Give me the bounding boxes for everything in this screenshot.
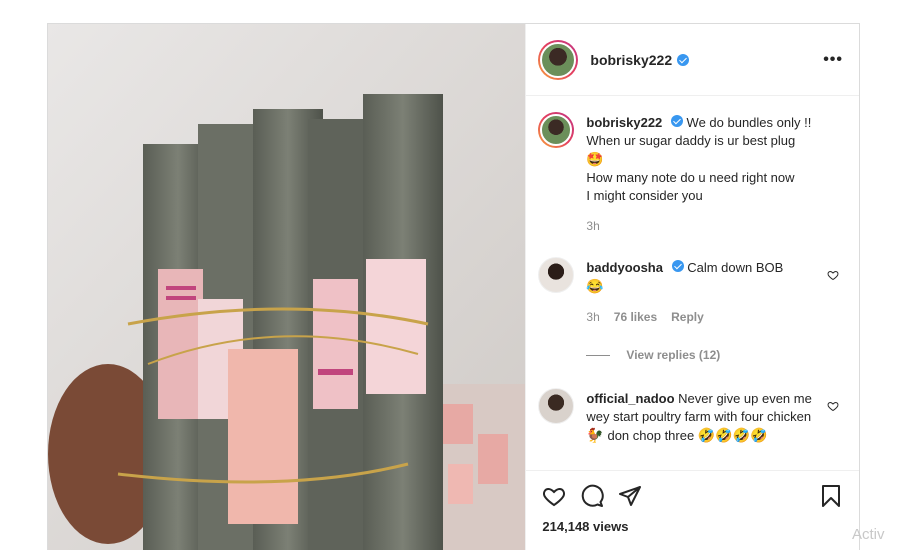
avatar[interactable] (538, 257, 575, 293)
post-username[interactable]: bobrisky222 (590, 52, 690, 68)
verified-badge-icon (671, 260, 684, 272)
action-bar: 214,148 views (526, 470, 859, 550)
comment-icon[interactable] (580, 484, 605, 508)
like-comment-heart-icon[interactable] (827, 269, 839, 281)
share-icon[interactable] (618, 484, 642, 508)
verified-badge-icon (670, 115, 683, 127)
caption-line3: How many note do u need right now (586, 170, 795, 185)
like-comment-heart-icon[interactable] (827, 400, 839, 412)
avatar[interactable] (538, 112, 575, 148)
view-replies-label[interactable]: View replies (12) (626, 348, 720, 362)
view-replies[interactable]: View replies (12) (586, 348, 843, 362)
laugh-emoji-icon: 😂 (586, 278, 604, 294)
rofl-emoji-icon: 🤣🤣🤣🤣 (697, 427, 768, 443)
rooster-emoji-icon: 🐓 (586, 427, 604, 443)
activate-windows-watermark: Activ (852, 526, 885, 543)
post-modal: bobrisky222 ••• bobrisky222 We do bundle… (47, 23, 860, 550)
bookmark-icon[interactable] (819, 484, 843, 508)
avatar[interactable] (538, 388, 575, 424)
comment-text: Calm down BOB (687, 260, 784, 275)
caption-line4: I might consider you (586, 188, 703, 203)
star-eyes-emoji-icon: 🤩 (586, 151, 604, 167)
comment-row: official_nadoo Never give up even me wey… (538, 388, 843, 445)
username-text[interactable]: bobrisky222 (590, 52, 672, 68)
post-sidebar: bobrisky222 ••• bobrisky222 We do bundle… (525, 24, 859, 550)
comment-username[interactable]: official_nadoo (586, 391, 674, 406)
caption-time[interactable]: 3h (586, 217, 599, 235)
caption-line2: When ur sugar daddy is ur best plug (586, 133, 796, 148)
more-options-icon[interactable]: ••• (823, 51, 843, 69)
verified-badge-icon (677, 53, 690, 66)
comments-list: bobrisky222 We do bundles only !! When u… (526, 96, 859, 470)
comment-likes[interactable]: 76 likes (614, 308, 657, 326)
heart-icon[interactable] (542, 484, 566, 508)
caption: bobrisky222 We do bundles only !! When u… (538, 112, 843, 249)
replies-divider (586, 354, 611, 356)
money-bundles-photo (48, 24, 526, 550)
comment-time[interactable]: 3h (586, 308, 599, 326)
caption-username[interactable]: bobrisky222 (586, 115, 662, 130)
caption-line1: We do bundles only !! (686, 115, 812, 130)
avatar[interactable] (538, 39, 579, 80)
comment-row: baddyoosha Calm down BOB 😂 3h 76 likes R… (538, 257, 843, 340)
comment-text-2: don chop three (607, 428, 695, 443)
page: bobrisky222 ••• bobrisky222 We do bundle… (0, 0, 898, 550)
views-count[interactable]: 214,148 views (542, 519, 843, 534)
comment-username[interactable]: baddyoosha (586, 260, 663, 275)
post-media[interactable] (48, 24, 526, 550)
post-header: bobrisky222 ••• (526, 24, 859, 96)
reply-button[interactable]: Reply (671, 308, 704, 326)
